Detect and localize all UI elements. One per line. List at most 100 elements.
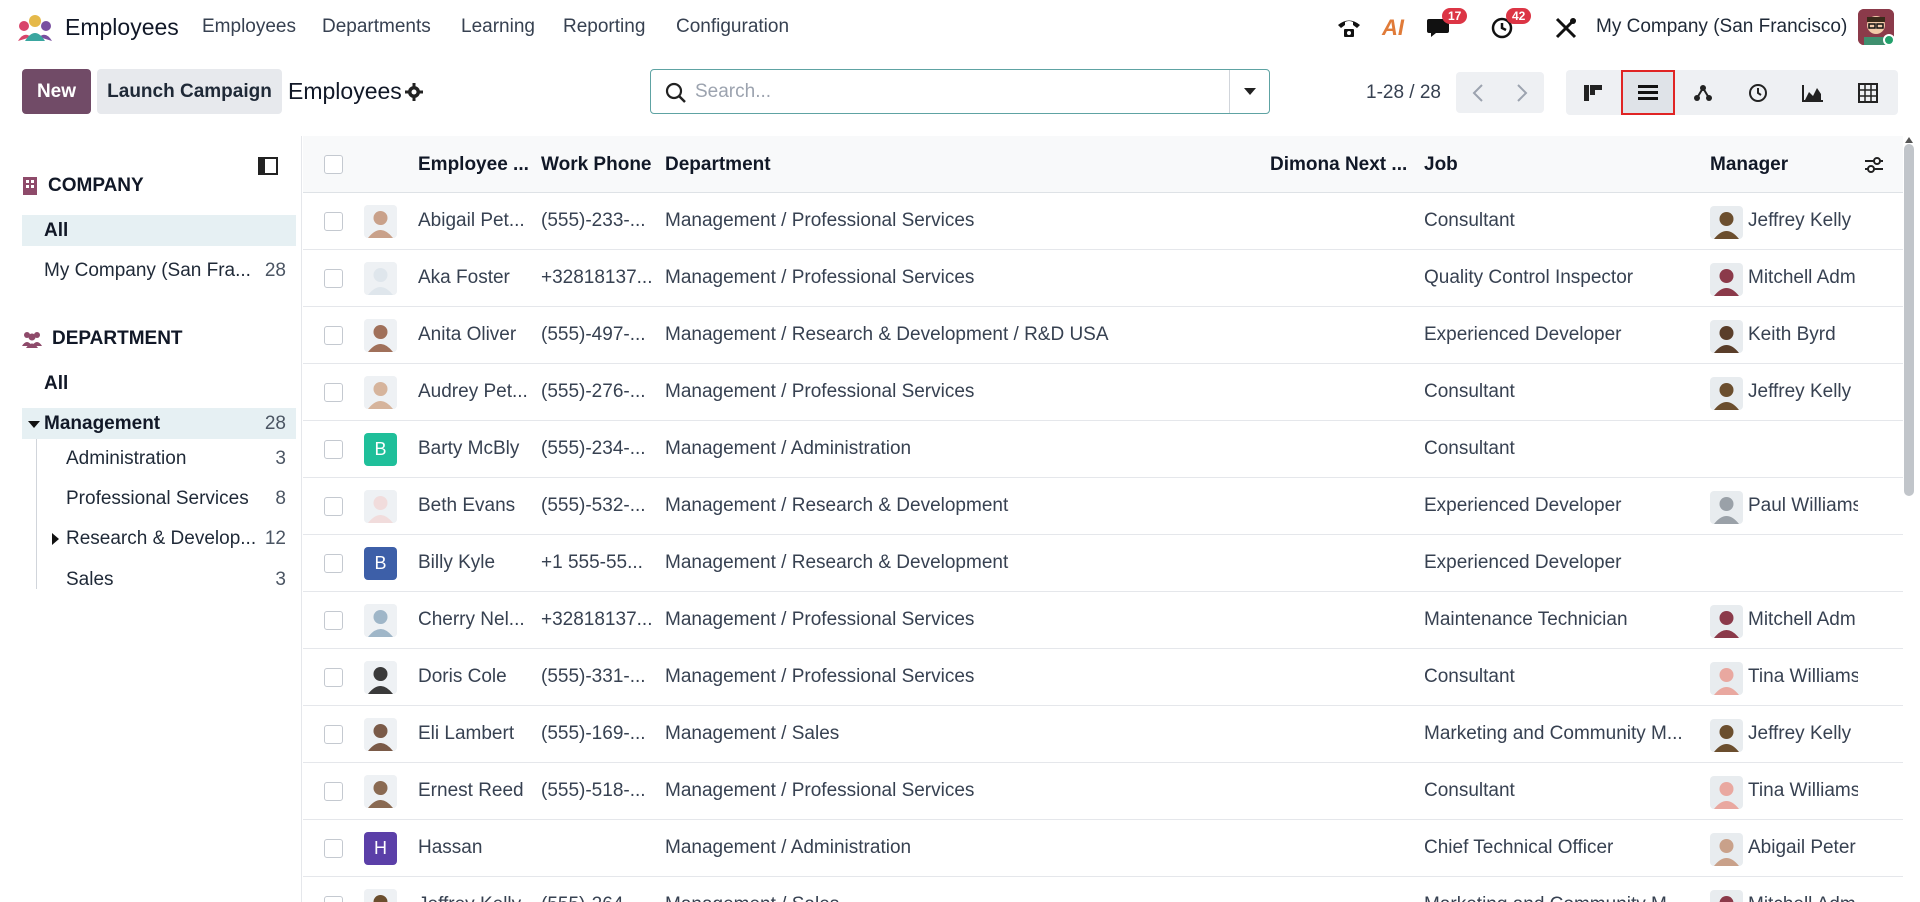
department-administration[interactable]: Administration 3 — [22, 443, 296, 474]
table-row[interactable]: Eli Lambert (555)-169-... Management / S… — [303, 706, 1903, 763]
collapse-panel-icon[interactable] — [258, 156, 278, 176]
company-filter-item[interactable]: My Company (San Fra... 28 — [22, 255, 296, 286]
hierarchy-view-button[interactable] — [1676, 70, 1730, 115]
table-row[interactable]: Audrey Pet... (555)-276-... Management /… — [303, 364, 1903, 421]
cell-job[interactable]: Marketing and Community M... — [1424, 723, 1699, 745]
row-checkbox[interactable] — [324, 782, 343, 801]
cell-manager[interactable]: Mitchell Adm — [1748, 267, 1858, 289]
row-checkbox[interactable] — [324, 725, 343, 744]
row-checkbox[interactable] — [324, 611, 343, 630]
department-professional-services[interactable]: Professional Services 8 — [22, 483, 296, 514]
cell-manager[interactable]: Tina Williams — [1748, 780, 1858, 802]
cell-manager[interactable]: Keith Byrd — [1748, 324, 1858, 346]
cell-job[interactable]: Experienced Developer — [1424, 324, 1699, 346]
cell-manager[interactable]: Paul Williams — [1748, 495, 1858, 517]
cell-manager[interactable]: Tina Williams — [1748, 666, 1858, 688]
cell-manager[interactable]: Abigail Peter — [1748, 837, 1858, 859]
table-row[interactable]: B Barty McBly (555)-234-... Management /… — [303, 421, 1903, 478]
cell-job[interactable]: Consultant — [1424, 381, 1699, 403]
cell-job[interactable]: Consultant — [1424, 666, 1699, 688]
cell-work-phone[interactable]: (555)-264-... — [541, 894, 656, 902]
cell-manager[interactable]: Jeffrey Kelly — [1748, 381, 1858, 403]
cell-department[interactable]: Management / Administration — [665, 438, 1255, 460]
new-button[interactable]: New — [22, 69, 91, 114]
cell-job[interactable]: Consultant — [1424, 780, 1699, 802]
ai-icon[interactable]: AI — [1377, 10, 1409, 46]
menu-learning[interactable]: Learning — [461, 16, 535, 38]
cell-department[interactable]: Management / Professional Services — [665, 780, 1255, 802]
column-work-phone[interactable]: Work Phone — [541, 154, 652, 176]
table-row[interactable]: Jeffrey Kelly (555)-264-... Management /… — [303, 877, 1903, 902]
row-checkbox[interactable] — [324, 554, 343, 573]
table-row[interactable]: Doris Cole (555)-331-... Management / Pr… — [303, 649, 1903, 706]
table-row[interactable]: Abigail Pet... (555)-233-... Management … — [303, 193, 1903, 250]
cell-job[interactable]: Consultant — [1424, 210, 1699, 232]
cell-department[interactable]: Management / Administration — [665, 837, 1255, 859]
cell-manager[interactable]: Jeffrey Kelly — [1748, 210, 1858, 232]
cell-work-phone[interactable]: +32818137... — [541, 267, 656, 289]
row-checkbox[interactable] — [324, 326, 343, 345]
row-checkbox[interactable] — [324, 440, 343, 459]
cell-department[interactable]: Management / Sales — [665, 894, 1255, 902]
row-checkbox[interactable] — [324, 269, 343, 288]
column-manager[interactable]: Manager — [1710, 154, 1788, 176]
optional-columns-icon[interactable] — [1864, 156, 1884, 174]
row-checkbox[interactable] — [324, 668, 343, 687]
cell-department[interactable]: Management / Professional Services — [665, 381, 1255, 403]
table-row[interactable]: Anita Oliver (555)-497-... Management / … — [303, 307, 1903, 364]
cell-department[interactable]: Management / Professional Services — [665, 609, 1255, 631]
table-row[interactable]: B Billy Kyle +1 555-55... Management / R… — [303, 535, 1903, 592]
table-row[interactable]: Cherry Nel... +32818137... Management / … — [303, 592, 1903, 649]
cell-job[interactable]: Experienced Developer — [1424, 552, 1699, 574]
company-filter-all[interactable]: All — [22, 215, 296, 246]
menu-departments[interactable]: Departments — [322, 16, 431, 38]
launch-campaign-button[interactable]: Launch Campaign — [97, 69, 282, 114]
cell-department[interactable]: Management / Research & Development — [665, 495, 1255, 517]
cell-department[interactable]: Management / Professional Services — [665, 267, 1255, 289]
cell-job[interactable]: Maintenance Technician — [1424, 609, 1699, 631]
cell-employee-name[interactable]: Ernest Reed — [418, 780, 533, 802]
cell-department[interactable]: Management / Sales — [665, 723, 1255, 745]
pager-next-button[interactable] — [1500, 72, 1544, 113]
row-checkbox[interactable] — [324, 497, 343, 516]
cell-work-phone[interactable]: (555)-497-... — [541, 324, 656, 346]
menu-employees[interactable]: Employees — [202, 16, 296, 38]
table-row[interactable]: Aka Foster +32818137... Management / Pro… — [303, 250, 1903, 307]
cell-job[interactable]: Quality Control Inspector — [1424, 267, 1699, 289]
cell-manager[interactable]: Mitchell Adm — [1748, 609, 1858, 631]
cell-work-phone[interactable]: (555)-276-... — [541, 381, 656, 403]
cell-employee-name[interactable]: Beth Evans — [418, 495, 533, 517]
row-checkbox[interactable] — [324, 383, 343, 402]
company-switcher[interactable]: My Company (San Francisco) — [1596, 16, 1847, 38]
debug-tools-icon[interactable] — [1550, 10, 1582, 46]
cell-work-phone[interactable]: (555)-532-... — [541, 495, 656, 517]
cell-work-phone[interactable]: (555)-234-... — [541, 438, 656, 460]
cell-work-phone[interactable]: +32818137... — [541, 609, 656, 631]
department-sales[interactable]: Sales 3 — [22, 564, 296, 595]
department-filter-all[interactable]: All — [22, 368, 296, 399]
pivot-view-button[interactable] — [1841, 70, 1895, 115]
table-row[interactable]: Ernest Reed (555)-518-... Management / P… — [303, 763, 1903, 820]
cell-employee-name[interactable]: Billy Kyle — [418, 552, 533, 574]
department-research-development[interactable]: Research & Develop... 12 — [22, 523, 296, 554]
employees-app-icon[interactable] — [16, 13, 54, 43]
list-view-button[interactable] — [1621, 70, 1675, 115]
cell-department[interactable]: Management / Professional Services — [665, 210, 1255, 232]
cell-work-phone[interactable]: (555)-331-... — [541, 666, 656, 688]
cell-work-phone[interactable]: (555)-233-... — [541, 210, 656, 232]
menu-configuration[interactable]: Configuration — [676, 16, 789, 38]
column-department[interactable]: Department — [665, 154, 771, 176]
cell-job[interactable]: Marketing and Community M... — [1424, 894, 1699, 902]
cell-department[interactable]: Management / Research & Development / R&… — [665, 324, 1255, 346]
select-all-checkbox[interactable] — [324, 155, 343, 174]
cell-manager[interactable]: Jeffrey Kelly — [1748, 723, 1858, 745]
pager-previous-button[interactable] — [1456, 72, 1500, 113]
department-management[interactable]: Management 28 — [22, 408, 296, 439]
table-row[interactable]: Beth Evans (555)-532-... Management / Re… — [303, 478, 1903, 535]
row-checkbox[interactable] — [324, 896, 343, 902]
cell-job[interactable]: Experienced Developer — [1424, 495, 1699, 517]
search-box[interactable] — [650, 69, 1270, 114]
pager-value[interactable]: 1-28 / 28 — [1366, 82, 1441, 104]
cell-work-phone[interactable]: +1 555-55... — [541, 552, 656, 574]
activity-view-button[interactable] — [1731, 70, 1785, 115]
